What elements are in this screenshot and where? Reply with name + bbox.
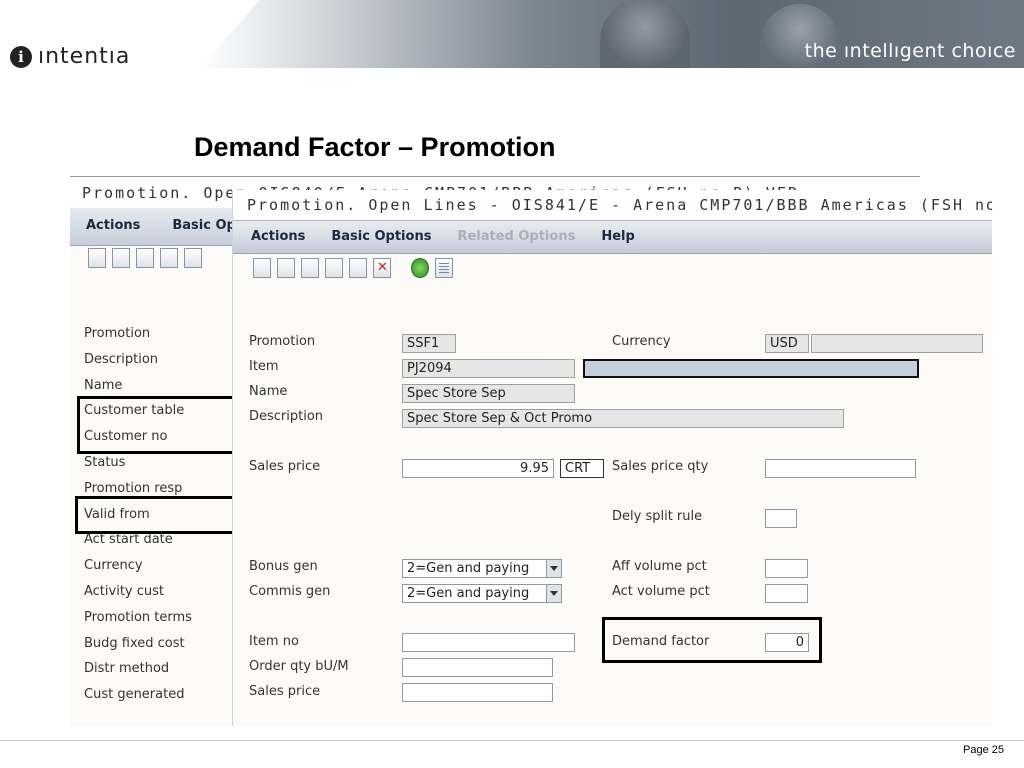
duplicate-icon[interactable] [160, 248, 178, 268]
back-label: Description [84, 351, 159, 367]
sales-price-field[interactable]: 9.95 [402, 459, 554, 478]
find-icon[interactable] [184, 248, 202, 268]
label-currency: Currency [612, 334, 671, 349]
label-sales-price: Sales price [249, 459, 321, 474]
back-label: Promotion [84, 326, 151, 341]
label-commis-gen: Commis gen [249, 584, 331, 599]
label-promotion: Promotion [249, 334, 316, 349]
delete-icon[interactable] [373, 258, 391, 278]
label-sales-price-qty: Sales price qty [612, 459, 709, 474]
label-item-no: Item no [249, 634, 299, 649]
order-qty-field[interactable] [402, 658, 553, 677]
bonus-gen-select[interactable]: 2=Gen and paying [402, 559, 562, 578]
sales-price-unit-field[interactable]: CRT [560, 459, 604, 478]
new-icon[interactable] [88, 248, 106, 268]
copy-icon[interactable] [277, 258, 295, 278]
item-no-field[interactable] [402, 633, 575, 652]
back-label: Promotion terms [84, 609, 192, 625]
back-label: Activity cust [84, 583, 165, 599]
highlight-box-customer [77, 396, 242, 454]
duplicate-icon[interactable] [325, 258, 343, 278]
toolbar [253, 258, 453, 278]
label-item: Item [249, 359, 279, 374]
highlight-box-valid-from [75, 496, 242, 534]
back-menu-actions[interactable]: Actions [86, 218, 140, 235]
logo-text: ıntentıa [38, 44, 131, 69]
menu-related-options: Related Options [457, 229, 576, 244]
front-menubar: Actions Basic Options Related Options He… [233, 220, 992, 254]
header-banner: i ıntentıa the ıntellıgent choıce [0, 0, 1024, 69]
item-description-field [583, 359, 919, 378]
back-label: Cust generated [84, 687, 185, 703]
name-field[interactable]: Spec Store Sep [402, 384, 575, 403]
back-label: Budg fixed cost [84, 635, 185, 651]
back-label: Distr method [84, 661, 170, 677]
back-menu-basic-options[interactable]: Basic Op [172, 218, 235, 235]
find-icon[interactable] [349, 258, 367, 278]
page-number: Page 25 [963, 744, 1004, 756]
back-toolbar [88, 248, 202, 268]
highlight-box-demand-factor [602, 617, 822, 663]
label-dely-split-rule: Dely split rule [612, 509, 703, 524]
label-aff-volume-pct: Aff volume pct [612, 559, 707, 574]
menu-help[interactable]: Help [601, 229, 634, 245]
back-label: Act start date [84, 532, 173, 548]
document-icon[interactable] [435, 258, 453, 278]
chevron-down-icon[interactable] [546, 585, 561, 602]
label-act-volume-pct: Act volume pct [612, 584, 710, 599]
copy-icon[interactable] [112, 248, 130, 268]
commis-gen-value: 2=Gen and paying [407, 586, 530, 601]
back-label: Status [84, 454, 126, 470]
label-bonus-gen: Bonus gen [249, 559, 318, 574]
change-icon[interactable] [136, 248, 154, 268]
tagline: the ıntellıgent choıce [804, 40, 1016, 62]
back-label: Currency [84, 558, 143, 574]
logo-mark-icon: i [10, 45, 32, 68]
currency-field[interactable]: USD [765, 334, 809, 353]
label-sales-price-2: Sales price [249, 684, 321, 699]
footer-divider [0, 740, 1024, 741]
refresh-icon[interactable] [411, 258, 429, 278]
promotion-field[interactable]: SSF1 [402, 334, 456, 353]
front-window-title: Promotion. Open Lines - OIS841/E - Arena… [233, 190, 992, 220]
label-description: Description [249, 409, 324, 424]
chevron-down-icon[interactable] [546, 560, 561, 577]
description-field[interactable]: Spec Store Sep & Oct Promo [402, 409, 844, 428]
commis-gen-select[interactable]: 2=Gen and paying [402, 584, 562, 603]
sales-price-2-field[interactable] [402, 683, 553, 702]
new-icon[interactable] [253, 258, 271, 278]
aff-volume-pct-field[interactable] [765, 559, 808, 578]
bonus-gen-value: 2=Gen and paying [407, 561, 530, 576]
item-field[interactable]: PJ2094 [402, 359, 575, 378]
sales-price-qty-field[interactable] [765, 459, 916, 478]
currency-description-field [811, 334, 983, 353]
act-volume-pct-field[interactable] [765, 584, 808, 603]
label-order-qty: Order qty bU/M [249, 659, 349, 674]
dely-split-rule-field[interactable] [765, 509, 797, 528]
slide-title: Demand Factor – Promotion [194, 132, 556, 162]
change-icon[interactable] [301, 258, 319, 278]
company-logo: i ıntentıa [10, 44, 130, 69]
menu-basic-options[interactable]: Basic Options [331, 229, 431, 245]
menu-actions[interactable]: Actions [251, 229, 305, 245]
label-name: Name [249, 384, 288, 399]
banner-person [600, 0, 690, 68]
